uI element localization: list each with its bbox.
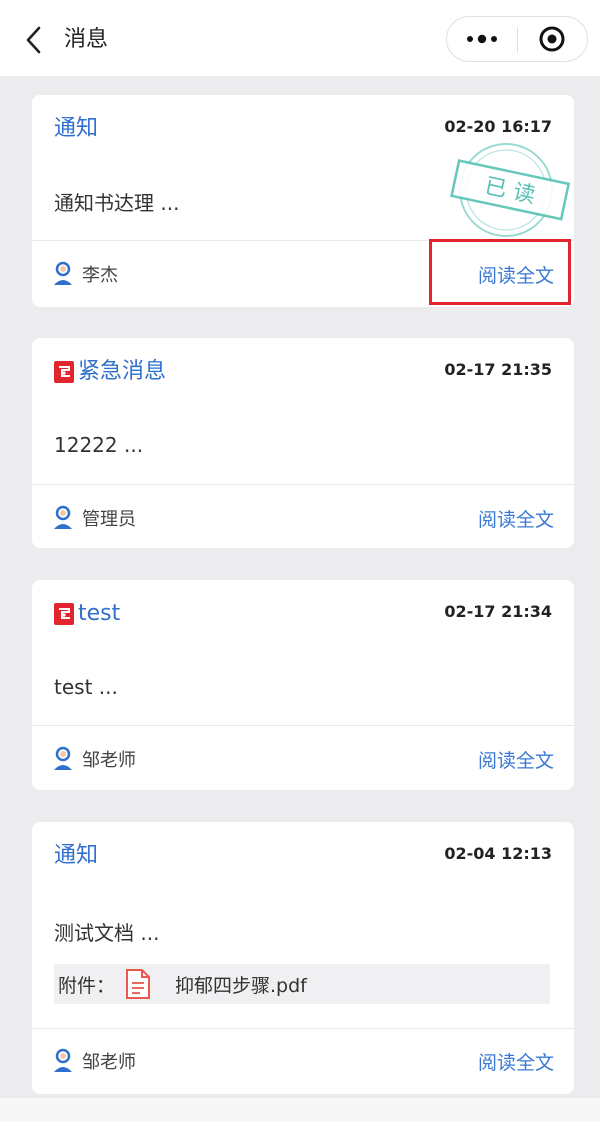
more-button[interactable] — [447, 17, 517, 61]
read-full-button[interactable]: 阅读全文 — [478, 746, 554, 773]
user-icon — [54, 746, 72, 770]
card-divider — [32, 1028, 574, 1029]
message-title: 通知 — [54, 843, 99, 868]
chevron-left-icon — [26, 26, 41, 54]
message-preview: 通知书达理 ... — [54, 191, 180, 215]
message-card[interactable]: test 02-17 21:34 test ... 邹老师 阅读全文 — [32, 580, 574, 790]
highlight-box — [429, 239, 571, 305]
card-divider — [32, 484, 574, 485]
back-button[interactable] — [18, 22, 48, 58]
message-preview: 测试文档 ... — [54, 921, 160, 945]
message-preview: 12222 ... — [54, 433, 144, 457]
message-card[interactable]: 通知 02-20 16:17 已 读 通知书达理 ... 李杰 阅读全文 — [32, 95, 574, 307]
urgent-icon — [54, 361, 74, 383]
read-full-button[interactable]: 阅读全文 — [478, 1048, 554, 1075]
target-circle-icon — [539, 26, 565, 52]
message-time: 02-17 21:34 — [444, 602, 552, 621]
nav-bar: 消息 — [0, 0, 600, 76]
close-button[interactable] — [518, 17, 588, 61]
card-divider — [32, 725, 574, 726]
attachment-filename: 抑郁四步骤.pdf — [175, 974, 307, 997]
message-author: 李杰 — [52, 261, 118, 287]
pdf-file-icon — [126, 969, 151, 999]
message-card[interactable]: 紧急消息 02-17 21:35 12222 ... 管理员 阅读全文 — [32, 338, 574, 548]
message-title: 紧急消息 — [54, 356, 166, 388]
message-author: 邹老师 — [52, 1048, 136, 1074]
message-title: 通知 — [54, 116, 99, 141]
user-icon — [54, 261, 72, 285]
message-time: 02-04 12:13 — [444, 844, 552, 863]
attachment-label: 附件： — [58, 974, 116, 997]
message-preview: test ... — [54, 675, 118, 699]
message-time: 02-20 16:17 — [444, 117, 552, 136]
user-icon — [54, 1048, 72, 1072]
message-author: 邹老师 — [52, 746, 136, 772]
miniprogram-capsule — [446, 16, 588, 62]
read-full-button[interactable]: 阅读全文 — [478, 505, 554, 532]
page-title: 消息 — [64, 27, 109, 52]
message-time: 02-17 21:35 — [444, 360, 552, 379]
message-author: 管理员 — [52, 505, 136, 531]
bottom-tab-bar — [0, 1098, 600, 1122]
message-card[interactable]: 通知 02-04 12:13 测试文档 ... 附件： 抑郁四步骤.pdf 邹老… — [32, 822, 574, 1094]
attachment-row[interactable]: 附件： 抑郁四步骤.pdf — [54, 964, 550, 1004]
message-title: test — [54, 598, 120, 630]
read-stamp-icon: 已 读 — [450, 143, 571, 237]
user-icon — [54, 505, 72, 529]
more-dots-icon — [466, 34, 497, 44]
urgent-icon — [54, 603, 74, 625]
